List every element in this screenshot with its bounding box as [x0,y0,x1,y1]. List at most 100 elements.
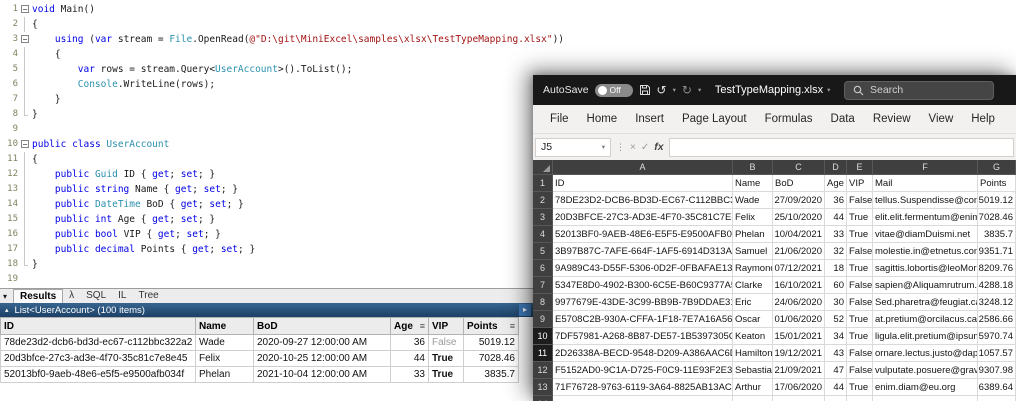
results-tab-tree[interactable]: Tree [133,289,165,303]
cell[interactable]: 1057.57 [978,345,1016,362]
results-column-header-name[interactable]: Name [195,317,254,335]
cell[interactable]: True [847,379,873,396]
cell[interactable]: 4288.18 [978,277,1016,294]
cell[interactable]: False [847,192,873,209]
cell[interactable]: True [847,311,873,328]
cell[interactable]: True [847,209,873,226]
cell[interactable] [847,396,873,401]
cell[interactable]: Wade [733,192,773,209]
cell[interactable]: 18 [825,260,847,277]
document-title[interactable]: TestTypeMapping.xlsx ▾ [707,84,838,96]
results-tab-sql[interactable]: SQL [80,289,112,303]
name-box[interactable]: J5 ▾ [535,137,611,157]
autosave-toggle[interactable]: Off [594,83,633,97]
cell[interactable] [733,396,773,401]
search-box[interactable]: Search [844,80,994,100]
row-header-2[interactable]: 2 [533,192,553,209]
row-header-8[interactable]: 8 [533,294,553,311]
row-header-9[interactable]: 9 [533,311,553,328]
redo-icon[interactable]: ↻ [682,83,692,97]
cell[interactable]: vitae@diamDuismi.net [873,226,978,243]
cell[interactable]: 19/12/2021 [773,345,825,362]
row-header-14[interactable]: 14 [533,396,553,401]
cell[interactable]: 9A989C43-D55F-5306-0D2F-0FBAFAE135BB [553,260,733,277]
column-header-a[interactable]: A [553,160,733,175]
cell[interactable]: Oscar [733,311,773,328]
ribbon-tab-formulas[interactable]: Formulas [756,113,822,125]
cell[interactable]: True [847,328,873,345]
cell[interactable]: 5019.12 [978,192,1016,209]
cell[interactable]: 9977679E-43DE-3C99-BB9B-7B9DDAE31A50 [553,294,733,311]
code-line[interactable]: 1− void Main() [0,2,1016,17]
cell[interactable]: Mail [873,175,978,192]
totals-icon[interactable]: ≡ [510,321,515,331]
row-header-12[interactable]: 12 [533,362,553,379]
redo-dropdown-icon[interactable]: ▾ [698,86,701,94]
cell[interactable]: True [847,260,873,277]
ribbon-tab-review[interactable]: Review [864,113,920,125]
row-header-11[interactable]: 11 [533,345,553,362]
cell[interactable]: elit.elit.fermentum@enim.e [873,209,978,226]
row-header-13[interactable]: 13 [533,379,553,396]
cell[interactable]: Name [733,175,773,192]
cell[interactable]: 25/10/2020 [773,209,825,226]
cell[interactable]: 44 [825,379,847,396]
cell[interactable]: 34 [825,328,847,345]
ribbon-tab-data[interactable]: Data [822,113,864,125]
insert-function-icon[interactable]: fx [654,141,663,153]
cell[interactable]: 3248.12 [978,294,1016,311]
cell[interactable] [825,396,847,401]
cell[interactable]: 36 [825,192,847,209]
cell[interactable]: 47 [825,362,847,379]
cell[interactable]: 15/01/2021 [773,328,825,345]
cell[interactable]: 33 [825,226,847,243]
cell[interactable]: 71F76728-9763-6119-3A64-8825AB13ACDD [553,379,733,396]
cell[interactable]: False [847,362,873,379]
select-all-button[interactable] [533,160,553,175]
cell[interactable]: Age [825,175,847,192]
cell[interactable]: sagittis.lobortis@leoMorbi [873,260,978,277]
cell[interactable]: sapien@Aliquamrutrum.net [873,277,978,294]
cell[interactable]: 52 [825,311,847,328]
ribbon-tab-home[interactable]: Home [578,113,627,125]
ribbon-tab-page-layout[interactable]: Page Layout [673,113,756,125]
cell[interactable]: 07/12/2021 [773,260,825,277]
cell[interactable]: Sebastian [733,362,773,379]
fold-toggle[interactable]: − [19,137,32,152]
cell[interactable]: Clarke [733,277,773,294]
cell[interactable]: BoD [773,175,825,192]
cell[interactable]: 60 [825,277,847,294]
fold-toggle[interactable]: − [19,32,32,47]
cell[interactable]: 52013BF0-9AEB-48E6-E5F5-E9500AFB034F [553,226,733,243]
cell[interactable]: Sed.pharetra@feugiat.ca [873,294,978,311]
cell[interactable]: ID [553,175,733,192]
cell[interactable] [873,396,978,401]
undo-icon[interactable]: ↺ [657,83,667,97]
cell[interactable]: Phelan [733,226,773,243]
collapse-panel-icon[interactable]: ▾ [3,292,7,301]
cell[interactable]: ligula.elit.pretium@ipsumD [873,328,978,345]
cell[interactable]: 27/09/2020 [773,192,825,209]
cell[interactable]: Samuel [733,243,773,260]
ribbon-tab-view[interactable]: View [920,113,963,125]
ribbon-tab-insert[interactable]: Insert [626,113,673,125]
results-tab-results[interactable]: Results [13,288,64,304]
cell[interactable]: 5347E8D0-4902-B300-6C5E-B60C9377A5AF [553,277,733,294]
column-header-f[interactable]: F [873,160,978,175]
cell[interactable]: 21/09/2021 [773,362,825,379]
cell[interactable]: 16/10/2021 [773,277,825,294]
cell[interactable]: 01/06/2020 [773,311,825,328]
row-header-3[interactable]: 3 [533,209,553,226]
results-column-header-bod[interactable]: BoD [253,317,391,335]
column-header-b[interactable]: B [733,160,773,175]
cell[interactable]: vulputate.posuere@gravida [873,362,978,379]
results-tab-λ[interactable]: λ [63,289,80,303]
results-column-header-points[interactable]: Points ≡ [463,317,519,335]
cell[interactable]: 3835.7 [978,226,1016,243]
expand-results-icon[interactable]: ▸ [519,304,531,316]
cell[interactable] [978,396,1016,401]
cell[interactable]: F5152AD0-9C1A-D725-F0C9-11E93F2E3AFE [553,362,733,379]
cell[interactable]: 30 [825,294,847,311]
cell[interactable]: enim.diam@eu.org [873,379,978,396]
cell[interactable] [553,396,733,401]
